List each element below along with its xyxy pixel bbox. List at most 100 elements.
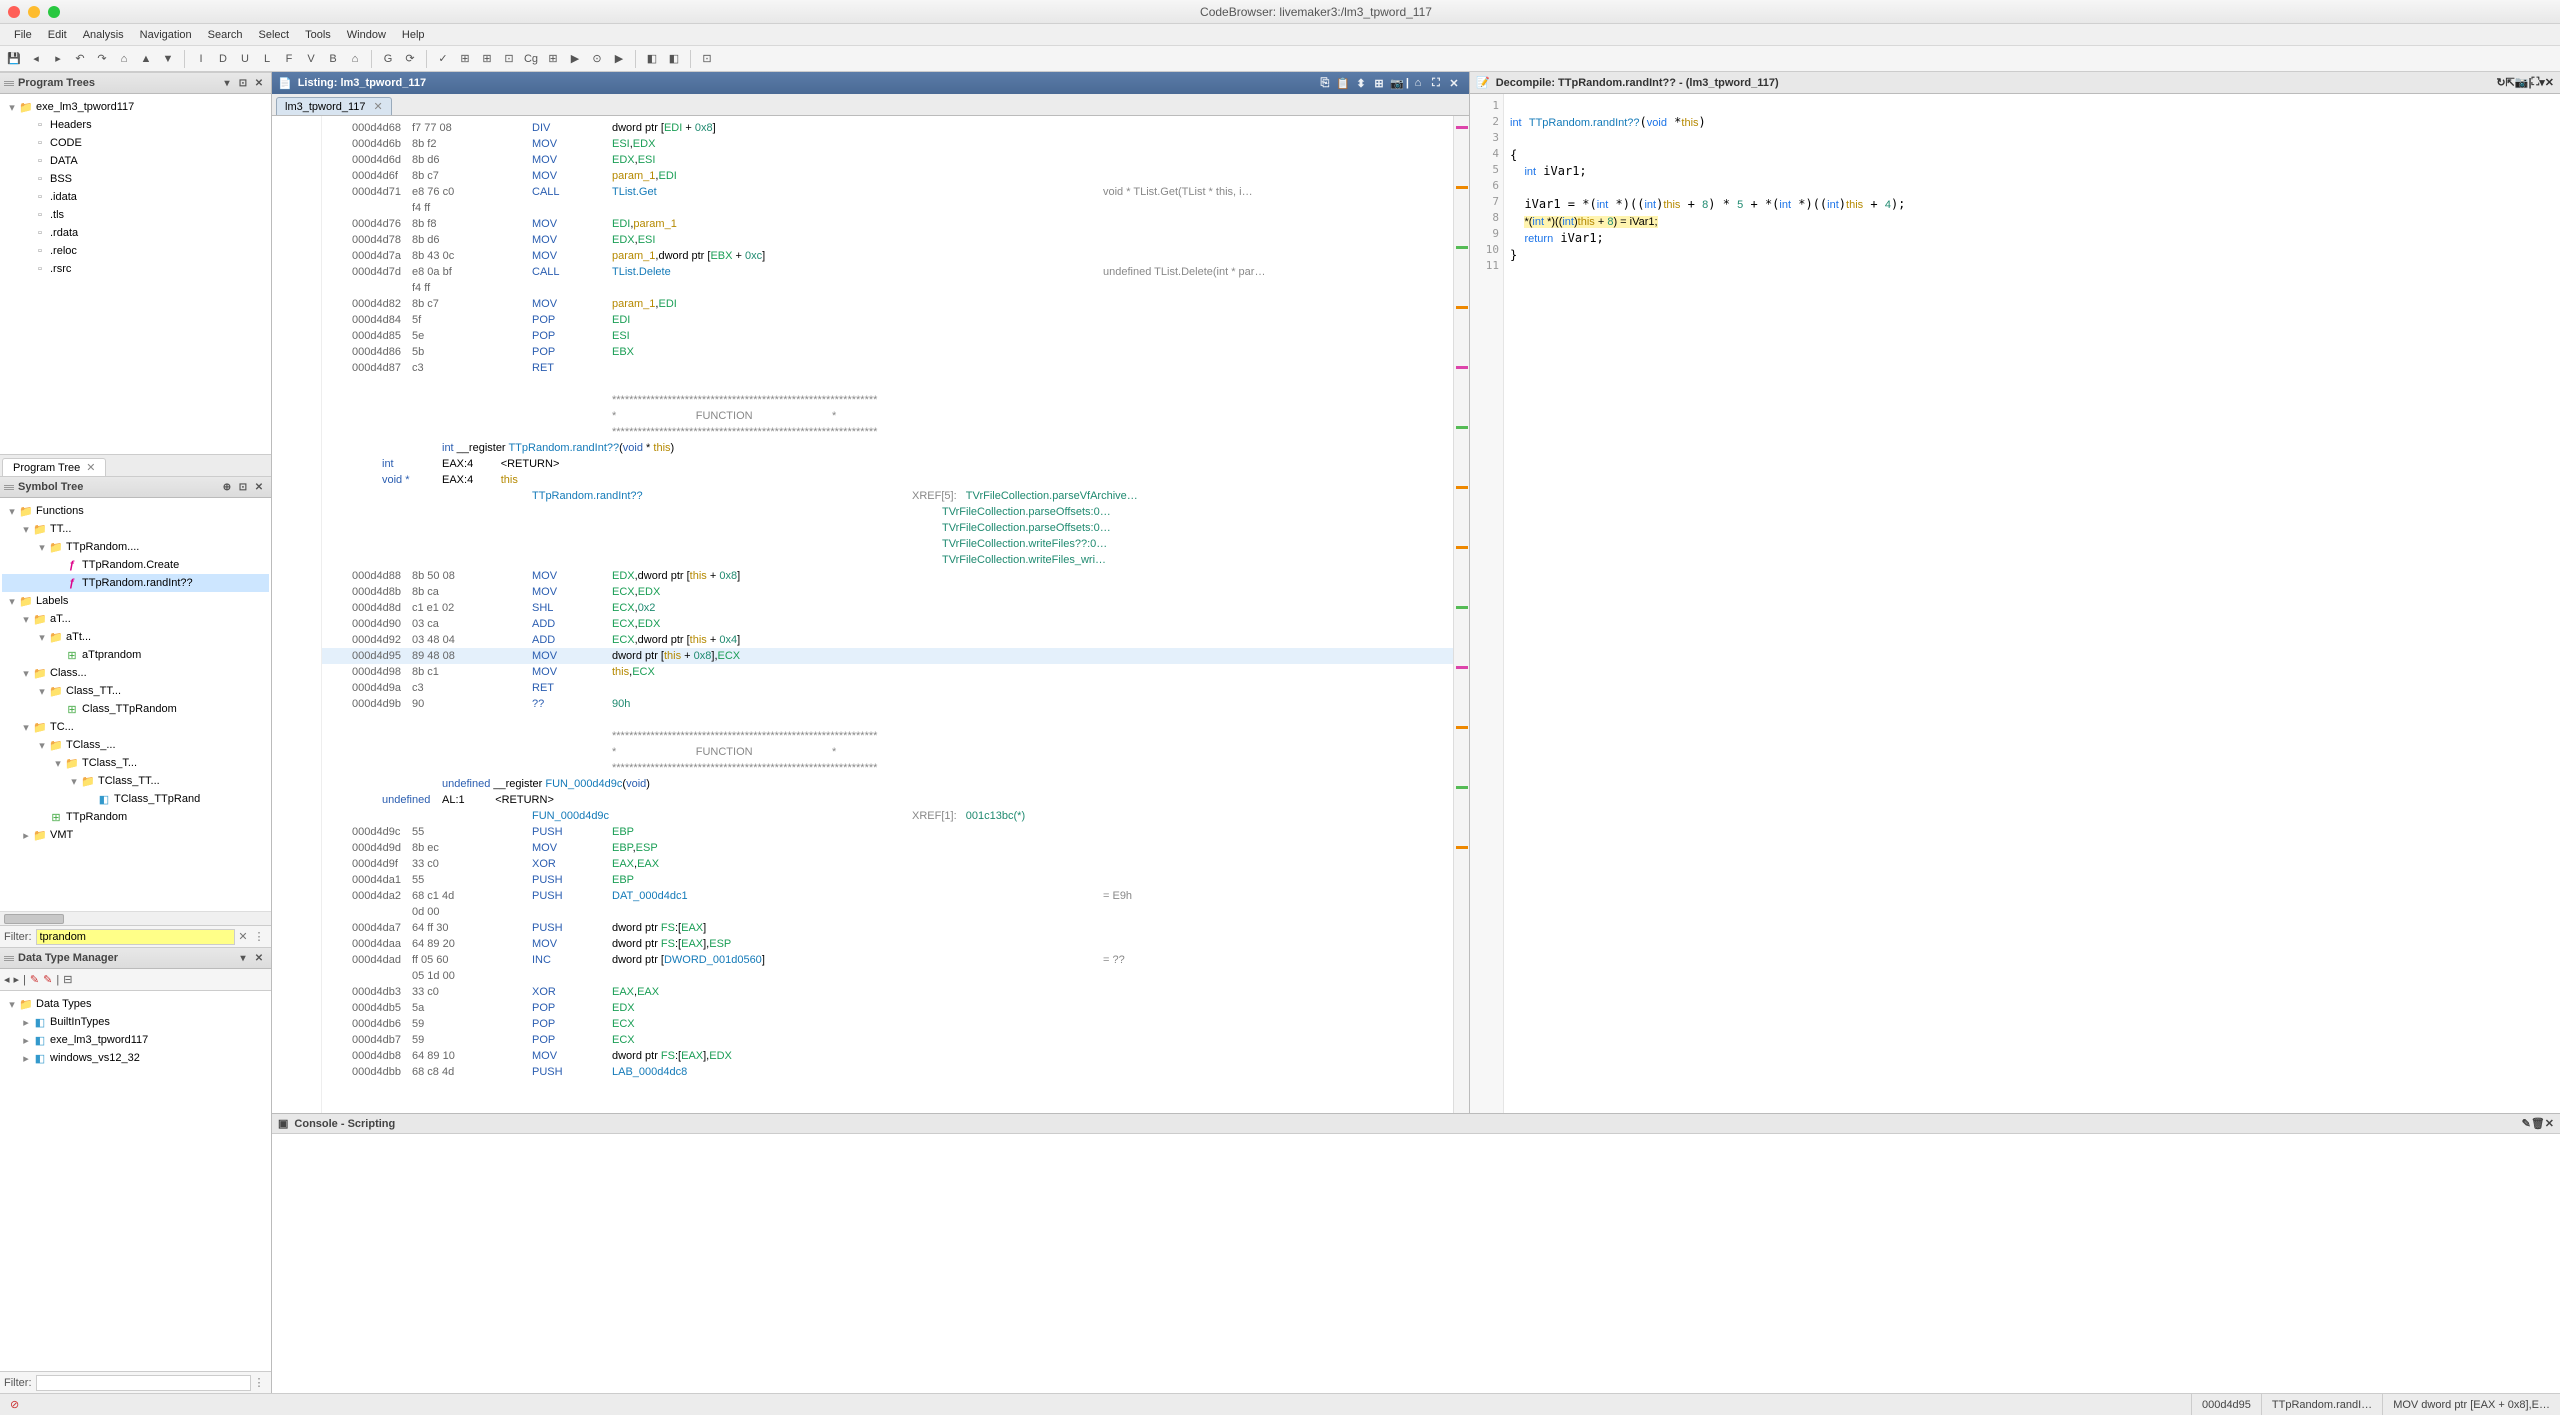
snapshot-icon[interactable]: 📷: [1388, 74, 1406, 92]
toolbar-button[interactable]: ⊞: [543, 49, 563, 69]
toolbar-button[interactable]: 💾: [4, 49, 24, 69]
toolbar-button[interactable]: ▲: [136, 49, 156, 69]
data-type-tree[interactable]: ▾Data Types▸BuiltInTypes▸exe_lm3_tpword1…: [0, 991, 271, 1371]
close-window-button[interactable]: [8, 6, 20, 18]
toolbar-button[interactable]: ↶: [70, 49, 90, 69]
minimize-window-button[interactable]: [28, 6, 40, 18]
menu-search[interactable]: Search: [200, 29, 251, 41]
toolbar-button[interactable]: ⌂: [345, 49, 365, 69]
menu-window[interactable]: Window: [339, 29, 394, 41]
home-icon[interactable]: ⌂: [1409, 74, 1427, 92]
collapse-icon[interactable]: ⊟: [63, 973, 72, 986]
tree-row[interactable]: ▸VMT: [2, 826, 269, 844]
toolbar-button[interactable]: ⌂: [114, 49, 134, 69]
tree-row[interactable]: .rsrc: [2, 260, 269, 278]
toggle-icon[interactable]: ⊞: [1370, 74, 1388, 92]
toolbar-button[interactable]: ⊙: [587, 49, 607, 69]
decompile-code[interactable]: int TTpRandom.randInt??(void *this) { in…: [1504, 94, 2560, 1113]
collapse-icon[interactable]: ▾: [219, 75, 235, 91]
toolbar-button[interactable]: ⊡: [499, 49, 519, 69]
tree-row[interactable]: ▾aT...: [2, 610, 269, 628]
close-icon[interactable]: ✕: [251, 75, 267, 91]
tree-row[interactable]: ▾TClass_TT...: [2, 772, 269, 790]
menu-edit[interactable]: Edit: [40, 29, 75, 41]
toolbar-button[interactable]: ⊞: [455, 49, 475, 69]
tree-row[interactable]: DATA: [2, 152, 269, 170]
toolbar-button[interactable]: ▼: [158, 49, 178, 69]
tree-row[interactable]: ▾TTpRandom....: [2, 538, 269, 556]
tree-row[interactable]: TTpRandom.randInt??: [2, 574, 269, 592]
tree-row[interactable]: ▾exe_lm3_tpword117: [2, 98, 269, 116]
toolbar-button[interactable]: ⟳: [400, 49, 420, 69]
menu-analysis[interactable]: Analysis: [75, 29, 132, 41]
tree-row[interactable]: ▾Labels: [2, 592, 269, 610]
script-icon[interactable]: ✎: [2522, 1117, 2531, 1130]
tree-row[interactable]: ▾aTt...: [2, 628, 269, 646]
toolbar-button[interactable]: ▶: [565, 49, 585, 69]
tree-row[interactable]: .rdata: [2, 224, 269, 242]
tree-row[interactable]: ▾Class...: [2, 664, 269, 682]
close-icon[interactable]: ✕: [2545, 1117, 2554, 1130]
tree-row[interactable]: CODE: [2, 134, 269, 152]
snapshot-icon[interactable]: 📷: [2515, 76, 2529, 89]
toolbar-button[interactable]: B: [323, 49, 343, 69]
tree-row[interactable]: .reloc: [2, 242, 269, 260]
menu-help[interactable]: Help: [394, 29, 433, 41]
tree-row[interactable]: BSS: [2, 170, 269, 188]
toolbar-button[interactable]: ◧: [664, 49, 684, 69]
symbol-tree[interactable]: ▾Functions▾TT...▾TTpRandom....TTpRandom.…: [0, 498, 271, 911]
tree-row[interactable]: ▸windows_vs12_32: [2, 1049, 269, 1067]
console-body[interactable]: [272, 1134, 2560, 1393]
listing-code[interactable]: 000d4d68f7 77 08DIVdword ptr [EDI + 0x8]…: [322, 116, 1453, 1113]
tree-row[interactable]: Headers: [2, 116, 269, 134]
fwd-icon[interactable]: ▸: [14, 973, 20, 986]
program-tree[interactable]: ▾exe_lm3_tpword117HeadersCODEDATABSS.ida…: [0, 94, 271, 454]
toolbar-button[interactable]: ◂: [26, 49, 46, 69]
expand-icon[interactable]: ⛶: [1427, 74, 1445, 92]
zoom-window-button[interactable]: [48, 6, 60, 18]
clear-icon[interactable]: 🗑: [2531, 1117, 2545, 1130]
menu-navigation[interactable]: Navigation: [132, 29, 200, 41]
export-icon[interactable]: ⇱: [2506, 76, 2515, 89]
filter-options-icon[interactable]: ⋮: [251, 930, 267, 943]
tree-row[interactable]: ▾Class_TT...: [2, 682, 269, 700]
tree-row[interactable]: TTpRandom.Create: [2, 556, 269, 574]
symbol-tree-hscroll[interactable]: [0, 911, 271, 925]
close-icon[interactable]: ✕: [2545, 76, 2554, 89]
symbol-filter-input[interactable]: [36, 929, 236, 945]
tree-row[interactable]: ▸exe_lm3_tpword117: [2, 1031, 269, 1049]
toolbar-button[interactable]: D: [213, 49, 233, 69]
menu-file[interactable]: File: [6, 29, 40, 41]
clear-filter-icon[interactable]: ✕: [235, 930, 251, 943]
listing-file-tab[interactable]: lm3_tpword_117 ✕: [276, 97, 392, 115]
nav-icon[interactable]: ⬍: [1352, 74, 1370, 92]
filter2-icon[interactable]: ✎: [43, 973, 52, 986]
tree-row[interactable]: ▾TT...: [2, 520, 269, 538]
listing-body[interactable]: 000d4d68f7 77 08DIVdword ptr [EDI + 0x8]…: [272, 116, 1469, 1113]
close-icon[interactable]: ✕: [1445, 74, 1463, 92]
tree-row[interactable]: ▾Data Types: [2, 995, 269, 1013]
close-tab-icon[interactable]: ✕: [374, 100, 383, 113]
refresh-icon[interactable]: ↻: [2496, 76, 2505, 89]
toolbar-button[interactable]: ▸: [48, 49, 68, 69]
filter-options-icon[interactable]: ⋮: [251, 1376, 267, 1389]
menu-select[interactable]: Select: [251, 29, 298, 41]
tree-row[interactable]: ▾Functions: [2, 502, 269, 520]
close-icon[interactable]: ✕: [251, 479, 267, 495]
new-icon[interactable]: ⊕: [219, 479, 235, 495]
toolbar-button[interactable]: ⊡: [697, 49, 717, 69]
back-icon[interactable]: ◂: [4, 973, 10, 986]
program-tree-tab[interactable]: Program Tree ✕: [2, 458, 106, 476]
tree-row[interactable]: ▾TClass_...: [2, 736, 269, 754]
toolbar-button[interactable]: L: [257, 49, 277, 69]
paste-icon[interactable]: 📋: [1334, 74, 1352, 92]
toolbar-button[interactable]: G: [378, 49, 398, 69]
close-tab-icon[interactable]: ✕: [86, 461, 95, 474]
tree-row[interactable]: .tls: [2, 206, 269, 224]
camera-icon[interactable]: ⊡: [235, 75, 251, 91]
tree-row[interactable]: ▾TClass_T...: [2, 754, 269, 772]
close-icon[interactable]: ✕: [251, 950, 267, 966]
tree-row[interactable]: Class_TTpRandom: [2, 700, 269, 718]
toolbar-button[interactable]: ↷: [92, 49, 112, 69]
toolbar-button[interactable]: U: [235, 49, 255, 69]
